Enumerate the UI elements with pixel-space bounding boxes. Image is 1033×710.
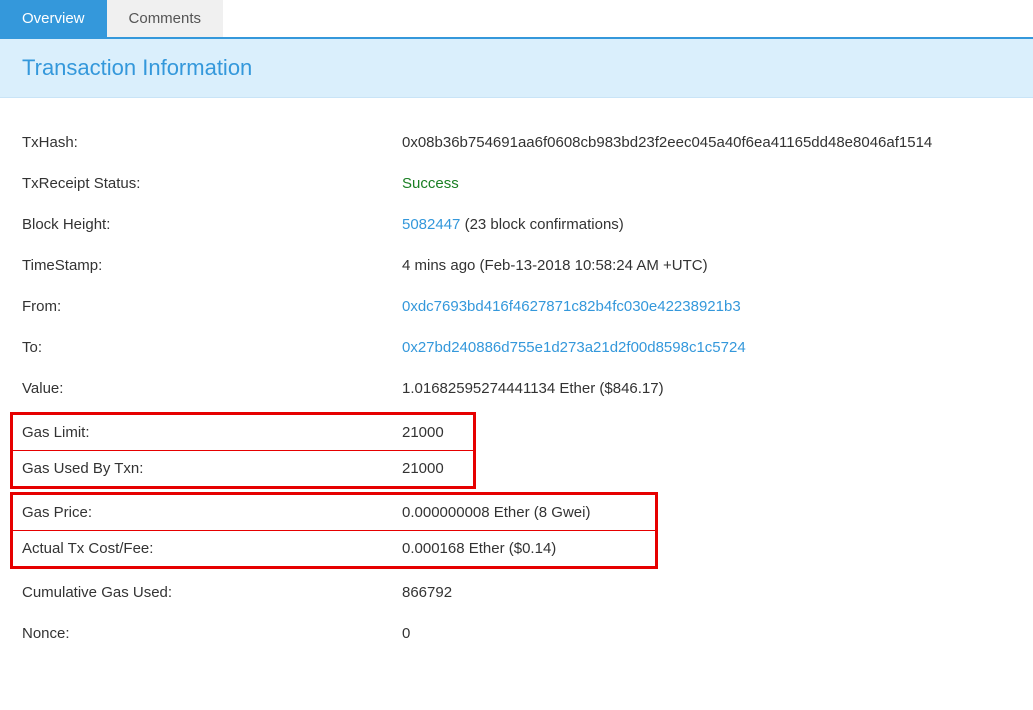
label-block-height: Block Height:	[22, 216, 402, 233]
label-cumulative-gas: Cumulative Gas Used:	[22, 584, 402, 601]
label-gas-used: Gas Used By Txn:	[22, 460, 402, 477]
value-txhash: 0x08b36b754691aa6f0608cb983bd23f2eec045a…	[402, 134, 1011, 151]
row-block-height: Block Height: 5082447 (23 block confirma…	[22, 204, 1011, 245]
transaction-details: TxHash: 0x08b36b754691aa6f0608cb983bd23f…	[0, 98, 1033, 664]
row-tx-cost: Actual Tx Cost/Fee: 0.000168 Ether ($0.1…	[13, 531, 655, 566]
value-tx-cost: 0.000168 Ether ($0.14)	[402, 540, 647, 557]
row-txhash: TxHash: 0x08b36b754691aa6f0608cb983bd23f…	[22, 122, 1011, 163]
row-gas-used: Gas Used By Txn: 21000	[13, 451, 473, 486]
value-from-link[interactable]: 0xdc7693bd416f4627871c82b4fc030e42238921…	[402, 298, 1011, 315]
row-timestamp: TimeStamp: 4 mins ago (Feb-13-2018 10:58…	[22, 245, 1011, 286]
row-gas-limit: Gas Limit: 21000	[13, 415, 473, 450]
value-cumulative-gas: 866792	[402, 584, 1011, 601]
label-from: From:	[22, 298, 402, 315]
value-timestamp: 4 mins ago (Feb-13-2018 10:58:24 AM +UTC…	[402, 257, 1011, 274]
label-to: To:	[22, 339, 402, 356]
panel-title: Transaction Information	[0, 39, 1033, 98]
tab-bar: Overview Comments	[0, 0, 1033, 39]
value-to-link[interactable]: 0x27bd240886d755e1d273a21d2f00d8598c1c57…	[402, 339, 1011, 356]
row-from: From: 0xdc7693bd416f4627871c82b4fc030e42…	[22, 286, 1011, 327]
label-gas-price: Gas Price:	[22, 504, 402, 521]
value-gas-price: 0.000000008 Ether (8 Gwei)	[402, 504, 647, 521]
row-to: To: 0x27bd240886d755e1d273a21d2f00d8598c…	[22, 327, 1011, 368]
label-gas-limit: Gas Limit:	[22, 424, 402, 441]
value-gas-limit: 21000	[402, 424, 465, 441]
row-cumulative-gas: Cumulative Gas Used: 866792	[22, 572, 1011, 613]
tab-comments[interactable]: Comments	[107, 0, 224, 37]
transaction-page: Overview Comments Transaction Informatio…	[0, 0, 1033, 664]
label-value: Value:	[22, 380, 402, 397]
label-txhash: TxHash:	[22, 134, 402, 151]
tab-overview[interactable]: Overview	[0, 0, 107, 37]
value-block-height: 5082447 (23 block confirmations)	[402, 216, 1011, 233]
highlight-gas-price-fee: Gas Price: 0.000000008 Ether (8 Gwei) Ac…	[10, 492, 658, 569]
row-receipt-status: TxReceipt Status: Success	[22, 163, 1011, 204]
row-gas-price: Gas Price: 0.000000008 Ether (8 Gwei)	[13, 495, 655, 530]
value-nonce: 0	[402, 625, 1011, 642]
block-height-link[interactable]: 5082447	[402, 216, 460, 233]
highlight-gas-limit-used: Gas Limit: 21000 Gas Used By Txn: 21000	[10, 412, 476, 489]
label-nonce: Nonce:	[22, 625, 402, 642]
row-value: Value: 1.01682595274441134 Ether ($846.1…	[22, 368, 1011, 409]
label-timestamp: TimeStamp:	[22, 257, 402, 274]
label-receipt-status: TxReceipt Status:	[22, 175, 402, 192]
row-nonce: Nonce: 0	[22, 613, 1011, 654]
value-gas-used: 21000	[402, 460, 465, 477]
label-tx-cost: Actual Tx Cost/Fee:	[22, 540, 402, 557]
value-value: 1.01682595274441134 Ether ($846.17)	[402, 380, 1011, 397]
value-receipt-status: Success	[402, 175, 1011, 192]
block-confirmations: (23 block confirmations)	[460, 216, 623, 233]
